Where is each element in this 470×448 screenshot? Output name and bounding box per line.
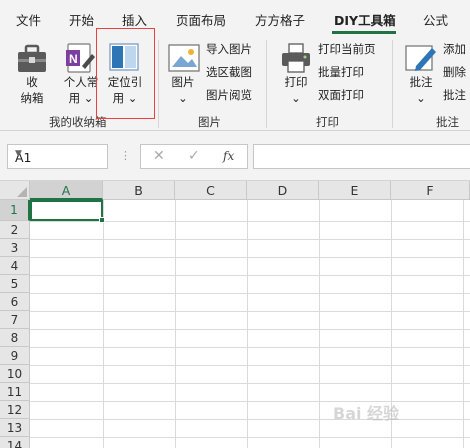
group-separator xyxy=(266,40,267,128)
collect-box-label-bottom: 纳箱 xyxy=(20,91,44,105)
column-header-a[interactable]: A xyxy=(30,181,103,200)
annotation-highlight-box xyxy=(96,28,155,119)
import-picture-button[interactable]: 导入图片 xyxy=(206,41,252,57)
tab-fangfang-gezi[interactable]: 方方格子 xyxy=(255,10,305,29)
toolbox-icon xyxy=(18,44,46,72)
batch-print-button[interactable]: 批量打印 xyxy=(318,64,364,80)
picture-icon xyxy=(168,44,200,72)
grid-line xyxy=(30,365,470,366)
tab-file[interactable]: 文件 xyxy=(16,10,41,29)
tab-home[interactable]: 开始 xyxy=(69,10,94,29)
comment-label-bottom: ⌄ xyxy=(416,91,426,105)
insert-function-button[interactable]: fx xyxy=(223,149,234,163)
collect-box-label-top: 收 xyxy=(26,75,38,89)
row-header-12[interactable]: 12 xyxy=(0,401,30,419)
grid-line xyxy=(30,275,470,276)
row-header-5[interactable]: 5 xyxy=(0,275,30,293)
grid-line xyxy=(319,200,320,448)
comment-label-top: 批注 xyxy=(409,75,433,89)
chevron-down-icon[interactable]: ▼ xyxy=(15,149,101,159)
print-label-bottom: ⌄ xyxy=(291,91,301,105)
tab-formulas[interactable]: 公式 xyxy=(423,10,448,29)
row-header-2[interactable]: 2 xyxy=(0,221,30,239)
grid-line xyxy=(30,257,470,258)
active-cell-a1[interactable] xyxy=(30,200,103,221)
row-header-6[interactable]: 6 xyxy=(0,293,30,311)
picture-label-bottom: ⌄ xyxy=(178,91,188,105)
duplex-print-button[interactable]: 双面打印 xyxy=(318,87,364,103)
formula-buttons: ✕ ✓ fx xyxy=(140,144,248,169)
comment-tool-button[interactable]: 批注 xyxy=(443,87,466,103)
column-header-f[interactable]: F xyxy=(391,181,470,200)
selection-screenshot-button[interactable]: 选区截图 xyxy=(206,64,252,80)
grid-line xyxy=(30,347,470,348)
grid-line xyxy=(30,239,470,240)
select-all-triangle-icon xyxy=(17,187,27,197)
row-header-1[interactable]: 1 xyxy=(0,200,30,221)
grid-line xyxy=(30,329,470,330)
grid-line xyxy=(103,200,104,448)
column-header-b[interactable]: B xyxy=(103,181,175,200)
ribbon-tab-bar: 文件 开始 插入 页面布局 方方格子 DIY工具箱 公式 xyxy=(0,0,470,34)
picture-viewer-button[interactable]: 图片阅览 xyxy=(206,87,252,103)
print-button[interactable]: 打印 ⌄ xyxy=(279,74,313,106)
row-header-9[interactable]: 9 xyxy=(0,347,30,365)
personal-notes-icon: N xyxy=(66,43,95,73)
grid-line xyxy=(247,200,248,448)
row-header-10[interactable]: 10 xyxy=(0,365,30,383)
printer-icon xyxy=(282,43,310,73)
enter-icon[interactable]: ✓ xyxy=(188,148,200,164)
row-header-4[interactable]: 4 xyxy=(0,257,30,275)
row-header-7[interactable]: 7 xyxy=(0,311,30,329)
column-header-c[interactable]: C xyxy=(175,181,247,200)
grid-line xyxy=(30,311,470,312)
watermark-logo: Bai 经验 xyxy=(333,404,400,423)
ribbon: 收 纳箱 N 个人常 用 ⌄ 定位引 用 ⌄ 我的收纳箱 图片 ⌄ 导入图片 选… xyxy=(0,34,470,131)
comment-edit-icon xyxy=(405,45,436,71)
worksheet-grid[interactable]: A B C D E F 1 2 3 4 5 6 7 8 9 10 11 12 1… xyxy=(0,180,470,448)
svg-text:N: N xyxy=(69,52,78,66)
formula-input[interactable] xyxy=(253,144,470,169)
group-label-print: 打印 xyxy=(316,115,339,129)
group-separator xyxy=(158,40,159,128)
row-header-8[interactable]: 8 xyxy=(0,329,30,347)
add-comment-button[interactable]: 添加 xyxy=(443,41,466,57)
tab-insert[interactable]: 插入 xyxy=(122,10,147,29)
column-header-d[interactable]: D xyxy=(247,181,319,200)
comment-button[interactable]: 批注 ⌄ xyxy=(404,74,438,106)
group-separator xyxy=(392,40,393,128)
grid-line xyxy=(30,383,470,384)
column-header-e[interactable]: E xyxy=(319,181,391,200)
fill-handle[interactable] xyxy=(99,217,105,223)
grid-line xyxy=(30,221,470,222)
grid-line xyxy=(30,419,470,420)
print-label-top: 打印 xyxy=(284,75,308,89)
select-all-corner[interactable] xyxy=(0,181,30,200)
grid-line xyxy=(463,200,464,448)
tab-page-layout[interactable]: 页面布局 xyxy=(176,10,226,29)
row-header-13[interactable]: 13 xyxy=(0,419,30,437)
picture-label-top: 图片 xyxy=(171,75,195,89)
row-header-3[interactable]: 3 xyxy=(0,239,30,257)
picture-button[interactable]: 图片 ⌄ xyxy=(166,74,200,106)
print-current-page-button[interactable]: 打印当前页 xyxy=(318,41,376,57)
grid-line xyxy=(30,401,470,402)
delete-comment-button[interactable]: 删除 xyxy=(443,64,466,80)
grid-line xyxy=(30,293,470,294)
group-label-comment: 批注 xyxy=(436,115,459,129)
grid-line xyxy=(30,437,470,438)
cancel-icon[interactable]: ✕ xyxy=(153,148,165,164)
row-header-11[interactable]: 11 xyxy=(0,383,30,401)
grid-line xyxy=(175,200,176,448)
tab-diy-toolbox[interactable]: DIY工具箱 xyxy=(334,10,396,29)
collect-box-button[interactable]: 收 纳箱 xyxy=(16,74,48,106)
drag-handle[interactable]: ⋮ xyxy=(120,149,131,162)
group-label-picture: 图片 xyxy=(198,115,221,129)
name-box[interactable]: A1 ▼ xyxy=(7,144,108,169)
row-header-14[interactable]: 14 xyxy=(0,437,30,448)
